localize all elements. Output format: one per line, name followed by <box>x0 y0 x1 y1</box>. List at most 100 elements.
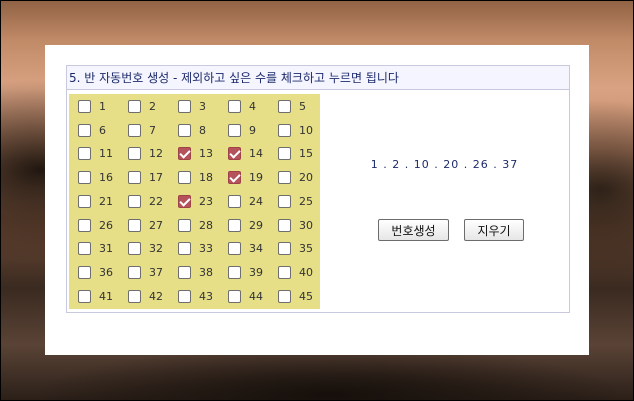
number-checkbox[interactable] <box>128 218 141 232</box>
number-option[interactable]: 1 <box>69 95 119 119</box>
number-label: 21 <box>99 194 113 208</box>
number-checkbox[interactable] <box>78 147 91 161</box>
number-option[interactable]: 42 <box>119 285 169 309</box>
number-checkbox[interactable] <box>228 171 241 185</box>
number-option[interactable]: 8 <box>169 119 219 143</box>
number-option[interactable]: 4 <box>219 95 269 119</box>
number-checkbox[interactable] <box>228 147 241 161</box>
number-option[interactable]: 39 <box>219 261 269 285</box>
number-option[interactable]: 7 <box>119 119 169 143</box>
number-option[interactable]: 36 <box>69 261 119 285</box>
number-checkbox[interactable] <box>128 242 141 256</box>
number-option[interactable]: 12 <box>119 142 169 166</box>
number-option[interactable]: 25 <box>269 190 319 214</box>
number-checkbox[interactable] <box>128 265 141 279</box>
number-checkbox[interactable] <box>278 242 291 256</box>
number-checkbox[interactable] <box>178 194 191 208</box>
number-option[interactable]: 35 <box>269 237 319 261</box>
number-checkbox[interactable] <box>178 171 191 185</box>
number-option[interactable]: 5 <box>269 95 319 119</box>
number-option[interactable]: 14 <box>219 142 269 166</box>
number-checkbox[interactable] <box>278 289 291 303</box>
number-checkbox[interactable] <box>278 147 291 161</box>
number-option[interactable]: 45 <box>269 285 319 309</box>
number-checkbox[interactable] <box>128 171 141 185</box>
number-option[interactable]: 41 <box>69 285 119 309</box>
number-checkbox[interactable] <box>178 218 191 232</box>
number-checkbox[interactable] <box>228 265 241 279</box>
number-option[interactable]: 3 <box>169 95 219 119</box>
number-checkbox[interactable] <box>278 194 291 208</box>
number-option[interactable]: 40 <box>269 261 319 285</box>
number-checkbox[interactable] <box>78 218 91 232</box>
number-checkbox[interactable] <box>278 171 291 185</box>
number-option[interactable]: 21 <box>69 190 119 214</box>
number-option[interactable]: 26 <box>69 214 119 238</box>
number-checkbox[interactable] <box>78 289 91 303</box>
number-option[interactable]: 27 <box>119 214 169 238</box>
number-checkbox[interactable] <box>78 265 91 279</box>
number-label: 25 <box>299 194 313 208</box>
number-checkbox[interactable] <box>78 242 91 256</box>
number-checkbox[interactable] <box>228 242 241 256</box>
number-option[interactable]: 10 <box>269 119 319 143</box>
number-option[interactable]: 44 <box>219 285 269 309</box>
number-option[interactable]: 38 <box>169 261 219 285</box>
number-checkbox[interactable] <box>228 218 241 232</box>
number-option[interactable]: 28 <box>169 214 219 238</box>
number-checkbox[interactable] <box>128 123 141 137</box>
number-option[interactable]: 19 <box>219 166 269 190</box>
number-checkbox[interactable] <box>178 147 191 161</box>
number-checkbox[interactable] <box>128 194 141 208</box>
number-checkbox[interactable] <box>228 194 241 208</box>
clear-button[interactable]: 지우기 <box>464 219 524 241</box>
number-checkbox[interactable] <box>178 242 191 256</box>
number-label: 22 <box>149 194 163 208</box>
number-option[interactable]: 34 <box>219 237 269 261</box>
number-label: 12 <box>149 147 163 161</box>
number-label: 17 <box>149 171 163 185</box>
number-option[interactable]: 32 <box>119 237 169 261</box>
generate-numbers-button[interactable]: 번호생성 <box>378 219 449 241</box>
number-label: 16 <box>99 171 113 185</box>
number-option[interactable]: 43 <box>169 285 219 309</box>
number-label: 11 <box>99 147 113 161</box>
number-checkbox[interactable] <box>278 265 291 279</box>
number-option[interactable]: 17 <box>119 166 169 190</box>
number-checkbox[interactable] <box>278 100 291 113</box>
number-checkbox[interactable] <box>178 265 191 279</box>
number-checkbox[interactable] <box>128 147 141 161</box>
number-option[interactable]: 15 <box>269 142 319 166</box>
number-checkbox[interactable] <box>78 100 91 113</box>
number-option[interactable]: 9 <box>219 119 269 143</box>
number-option[interactable]: 24 <box>219 190 269 214</box>
number-checkbox[interactable] <box>178 289 191 303</box>
number-checkbox[interactable] <box>78 123 91 137</box>
number-option[interactable]: 2 <box>119 95 169 119</box>
number-checkbox[interactable] <box>178 100 191 113</box>
number-row: 31 32 33 34 35 <box>69 237 320 261</box>
number-option[interactable]: 30 <box>269 214 319 238</box>
number-option[interactable]: 20 <box>269 166 319 190</box>
number-option[interactable]: 6 <box>69 119 119 143</box>
number-checkbox[interactable] <box>228 123 241 137</box>
number-checkbox[interactable] <box>128 100 141 113</box>
number-option[interactable]: 13 <box>169 142 219 166</box>
number-option[interactable]: 37 <box>119 261 169 285</box>
number-checkbox[interactable] <box>278 123 291 137</box>
number-checkbox[interactable] <box>178 123 191 137</box>
number-option[interactable]: 22 <box>119 190 169 214</box>
number-option[interactable]: 18 <box>169 166 219 190</box>
number-option[interactable]: 11 <box>69 142 119 166</box>
number-checkbox[interactable] <box>78 194 91 208</box>
number-option[interactable]: 31 <box>69 237 119 261</box>
number-option[interactable]: 23 <box>169 190 219 214</box>
number-checkbox[interactable] <box>78 171 91 185</box>
number-checkbox[interactable] <box>228 100 241 113</box>
number-option[interactable]: 16 <box>69 166 119 190</box>
number-checkbox[interactable] <box>128 289 141 303</box>
number-option[interactable]: 33 <box>169 237 219 261</box>
number-option[interactable]: 29 <box>219 214 269 238</box>
number-checkbox[interactable] <box>278 218 291 232</box>
number-checkbox[interactable] <box>228 289 241 303</box>
